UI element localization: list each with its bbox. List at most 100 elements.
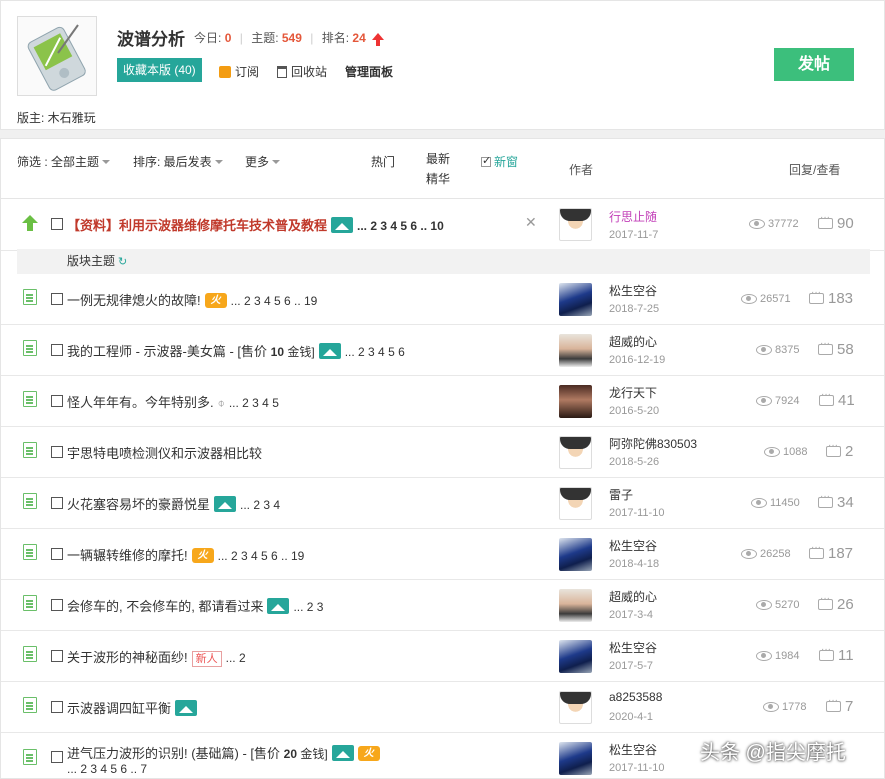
new-window-toggle[interactable]: 新窗 (481, 153, 518, 170)
avatar[interactable] (559, 208, 592, 241)
avatar[interactable] (559, 691, 592, 724)
image-icon (175, 700, 198, 716)
author-name[interactable]: 松生空谷 (609, 639, 657, 656)
avatar[interactable] (559, 538, 592, 571)
thread-title[interactable]: 进气压力波形的识别! (基础篇) - [售价 20 金钱] 火 (67, 743, 380, 762)
thread-title[interactable]: 会修车的, 不会修车的, 都请看过来... 2 3 (67, 596, 323, 615)
author-column-header: 作者 (569, 163, 594, 177)
filter-dropdown[interactable]: 筛选 : 全部主题 (17, 153, 111, 170)
thread-title[interactable]: 怪人年年有。今年特别多. ⌽... 2 3 4 5 (67, 392, 279, 411)
thread-row[interactable]: 示波器调四缸平衡 a8253588 2020-4-1 1778 7 (1, 682, 884, 733)
thread-checkbox[interactable] (51, 446, 63, 458)
thread-checkbox[interactable] (51, 218, 63, 230)
author-name[interactable]: a8253588 (609, 690, 662, 704)
thread-title[interactable]: 关于波形的神秘面纱! 新人... 2 (67, 647, 246, 667)
thread-row[interactable]: 怪人年年有。今年特别多. ⌽... 2 3 4 5 龙行天下 2016-5-20 … (1, 376, 884, 427)
post-date: 2017-11-7 (609, 229, 659, 241)
thread-title[interactable]: 宇思特电喷检测仪和示波器相比较 (67, 443, 262, 462)
author-name[interactable]: 松生空谷 (609, 282, 657, 299)
thread-title[interactable]: 一辆辗转维修的摩托! 火... 2 3 4 5 6 .. 19 (67, 545, 304, 564)
avatar[interactable] (559, 640, 592, 673)
thread-row[interactable]: 会修车的, 不会修车的, 都请看过来... 2 3 超威的心 2017-3-4 … (1, 580, 884, 631)
page-links[interactable]: ... 2 3 4 (240, 498, 280, 512)
avatar[interactable] (559, 436, 592, 469)
refresh-icon[interactable]: ↻ (118, 256, 127, 268)
author-name[interactable]: 超威的心 (609, 588, 657, 605)
image-icon (318, 343, 341, 359)
page-links[interactable]: ... 2 3 4 5 6 .. 19 (231, 294, 318, 308)
thread-title[interactable]: 我的工程师 - 示波器-美女篇 - [售价 10 金钱]... 2 3 4 5 … (67, 341, 405, 360)
avatar[interactable] (559, 283, 592, 316)
post-date: 2020-4-1 (609, 711, 654, 723)
page-links[interactable]: ... 2 3 (293, 600, 323, 614)
avatar[interactable] (559, 385, 592, 418)
thread-title[interactable]: 火花塞容易坏的豪爵悦星... 2 3 4 (67, 494, 280, 513)
hot-icon: 火 (357, 746, 380, 761)
author-name[interactable]: 雷子 (609, 486, 633, 503)
sort-dropdown[interactable]: 排序: 最后发表 (133, 153, 223, 170)
page-links[interactable]: ... 2 3 4 5 6 .. 10 (357, 219, 444, 233)
thread-row[interactable]: 宇思特电喷检测仪和示波器相比较 阿弥陀佛830503 2018-5-26 108… (1, 427, 884, 478)
thread-checkbox[interactable] (51, 497, 63, 509)
caret-down-icon (214, 160, 223, 164)
author-name[interactable]: 行思止随 (609, 208, 657, 225)
rank-value: 24 (352, 31, 366, 45)
thread-checkbox[interactable] (51, 293, 63, 305)
page-links[interactable]: ... 2 3 4 5 6 .. 19 (218, 549, 305, 563)
author-name[interactable]: 松生空谷 (609, 537, 657, 554)
thread-row[interactable]: 一辆辗转维修的摩托! 火... 2 3 4 5 6 .. 19 松生空谷 2018… (1, 529, 884, 580)
post-date: 2017-5-7 (609, 660, 654, 672)
thread-row[interactable]: 关于波形的神秘面纱!新人... 2 松生空谷 2017-5-7 1984 11 (1, 631, 884, 682)
moderator-label: 版主: 木石雅玩 (17, 111, 96, 125)
thread-row[interactable]: 一例无规律熄火的故障! 火... 2 3 4 5 6 .. 19 松生空谷 201… (1, 274, 884, 325)
avatar[interactable] (559, 334, 592, 367)
reply-count: 41 (819, 389, 855, 409)
thread-checkbox[interactable] (51, 599, 63, 611)
page-links[interactable]: ... 2 3 4 5 6 .. 7 (67, 762, 147, 776)
filter-bar: 筛选 : 全部主题 排序: 最后发表 更多 热门 最新精华 新窗 作者 回复/查… (1, 139, 884, 199)
subscribe-link[interactable]: 订阅 (219, 63, 259, 80)
reply-view-column-header: 回复/查看 (789, 163, 841, 177)
author-name[interactable]: 阿弥陀佛830503 (609, 435, 697, 452)
thread-checkbox[interactable] (51, 701, 63, 713)
avatar[interactable] (559, 589, 592, 622)
author-name[interactable]: 龙行天下 (609, 384, 657, 401)
thread-checkbox[interactable] (51, 751, 63, 763)
thread-checkbox[interactable] (51, 344, 63, 356)
page-links[interactable]: ... 2 3 4 5 (229, 396, 279, 410)
avatar[interactable] (559, 487, 592, 520)
avatar[interactable] (559, 742, 592, 775)
pinned-thread-row[interactable]: 【资料】利用示波器维修摩托车技术普及教程... 2 3 4 5 6 .. 10 … (1, 200, 884, 251)
filter-newest[interactable]: 最新 (426, 152, 450, 166)
caret-down-icon (102, 160, 111, 164)
thread-icon (23, 340, 37, 356)
thread-title[interactable]: 一例无规律熄火的故障! 火... 2 3 4 5 6 .. 19 (67, 290, 317, 309)
thread-checkbox[interactable] (51, 548, 63, 560)
checkbox-icon (481, 154, 491, 167)
author-name[interactable]: 超威的心 (609, 333, 657, 350)
thread-checkbox[interactable] (51, 650, 63, 662)
author-name[interactable]: 松生空谷 (609, 741, 657, 758)
forum-header: 波谱分析 今日: 0 | 主题: 549 | 排名: 24 收藏本版 (40) … (0, 0, 885, 130)
thread-title[interactable]: 【资料】利用示波器维修摩托车技术普及教程... 2 3 4 5 6 .. 10 (67, 215, 444, 234)
thread-checkbox[interactable] (51, 395, 63, 407)
filter-digest[interactable]: 精华 (426, 172, 450, 186)
thread-title[interactable]: 示波器调四缸平衡 (67, 698, 198, 717)
favorite-button[interactable]: 收藏本版 (40) (117, 58, 202, 82)
page-links[interactable]: ... 2 3 4 5 6 (345, 345, 405, 359)
thread-row[interactable]: 火花塞容易坏的豪爵悦星... 2 3 4 雷子 2017-11-10 11450… (1, 478, 884, 529)
page-links[interactable]: ... 2 (226, 651, 246, 665)
eye-icon (756, 345, 772, 355)
post-button[interactable]: 发帖 (774, 48, 854, 81)
filter-hot[interactable]: 热门 (371, 153, 395, 170)
more-dropdown[interactable]: 更多 (245, 153, 281, 170)
comment-icon (809, 287, 824, 304)
admin-panel-link[interactable]: 管理面板 (345, 63, 393, 80)
post-date: 2017-11-10 (609, 507, 665, 519)
comment-icon (819, 389, 834, 406)
recycle-link[interactable]: 回收站 (277, 63, 327, 80)
thread-row[interactable]: 我的工程师 - 示波器-美女篇 - [售价 10 金钱]... 2 3 4 5 … (1, 325, 884, 376)
view-count: 37772 (749, 218, 799, 230)
close-icon[interactable]: ✕ (525, 214, 537, 231)
thread-icon (23, 391, 37, 407)
